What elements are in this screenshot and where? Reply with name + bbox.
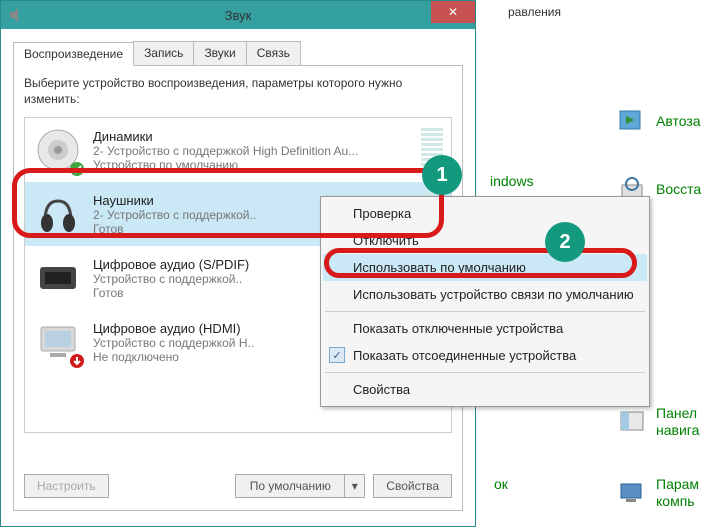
titlebar[interactable]: Звук ✕: [1, 1, 475, 29]
spdif-icon: [33, 253, 83, 303]
dialog-buttons: Настроить По умолчанию ▾ Свойства: [24, 474, 452, 498]
tab-sounds[interactable]: Звуки: [193, 41, 246, 65]
cm-separator: [325, 311, 645, 312]
device-status: Устройство по умолчанию: [93, 158, 411, 172]
cm-disable[interactable]: Отключить: [323, 227, 647, 254]
default-button[interactable]: По умолчанию: [235, 474, 345, 498]
device-desc: 2- Устройство с поддержкой High Definiti…: [93, 144, 411, 158]
bg-item-windows[interactable]: indows: [490, 173, 534, 190]
close-icon: ✕: [448, 5, 458, 19]
default-dropdown-button[interactable]: ▾: [345, 474, 365, 498]
properties-button[interactable]: Свойства: [373, 474, 452, 498]
speaker-icon: [33, 125, 83, 175]
tabs: Воспроизведение Запись Звуки Связь: [13, 41, 463, 66]
bg-item-param[interactable]: Парам компь: [616, 476, 699, 510]
configure-button[interactable]: Настроить: [24, 474, 109, 498]
bg-item-autoza[interactable]: Автоза: [616, 105, 701, 137]
computer-icon: [616, 477, 648, 509]
device-speakers[interactable]: Динамики 2- Устройство с поддержкой High…: [25, 118, 451, 182]
instruction-text: Выберите устройство воспроизведения, пар…: [24, 76, 452, 107]
cm-label: Показать отсоединенные устройства: [353, 348, 576, 363]
level-meter: [421, 128, 443, 172]
set-default-split-button[interactable]: По умолчанию ▾: [235, 474, 365, 498]
cm-separator: [325, 372, 645, 373]
close-button[interactable]: ✕: [431, 1, 475, 23]
tab-recording[interactable]: Запись: [133, 41, 194, 65]
sound-icon: [7, 6, 25, 24]
cm-set-comm-default[interactable]: Использовать устройство связи по умолчан…: [323, 281, 647, 308]
bg-item-panel[interactable]: Панел навига: [616, 405, 699, 439]
device-name: Динамики: [93, 129, 411, 144]
check-icon: ✓: [329, 347, 345, 363]
play-icon: [616, 105, 648, 137]
tab-communications[interactable]: Связь: [246, 41, 301, 65]
context-menu: Проверка Отключить Использовать по умолч…: [320, 196, 650, 407]
tab-playback[interactable]: Воспроизведение: [13, 42, 134, 66]
cm-set-default[interactable]: Использовать по умолчанию: [323, 254, 647, 281]
dialog-title: Звук: [225, 8, 252, 23]
cm-test[interactable]: Проверка: [323, 200, 647, 227]
chevron-down-icon: ▾: [352, 479, 358, 493]
cm-show-disabled[interactable]: Показать отключенные устройства: [323, 315, 647, 342]
headphones-icon: [33, 189, 83, 239]
bg-heading: равления: [508, 5, 561, 19]
bg-item-ok[interactable]: ок: [494, 476, 508, 493]
hdmi-icon: [33, 317, 83, 367]
cm-show-disconnected[interactable]: ✓ Показать отсоединенные устройства: [323, 342, 647, 369]
panel-icon: [616, 406, 648, 438]
cm-properties[interactable]: Свойства: [323, 376, 647, 403]
